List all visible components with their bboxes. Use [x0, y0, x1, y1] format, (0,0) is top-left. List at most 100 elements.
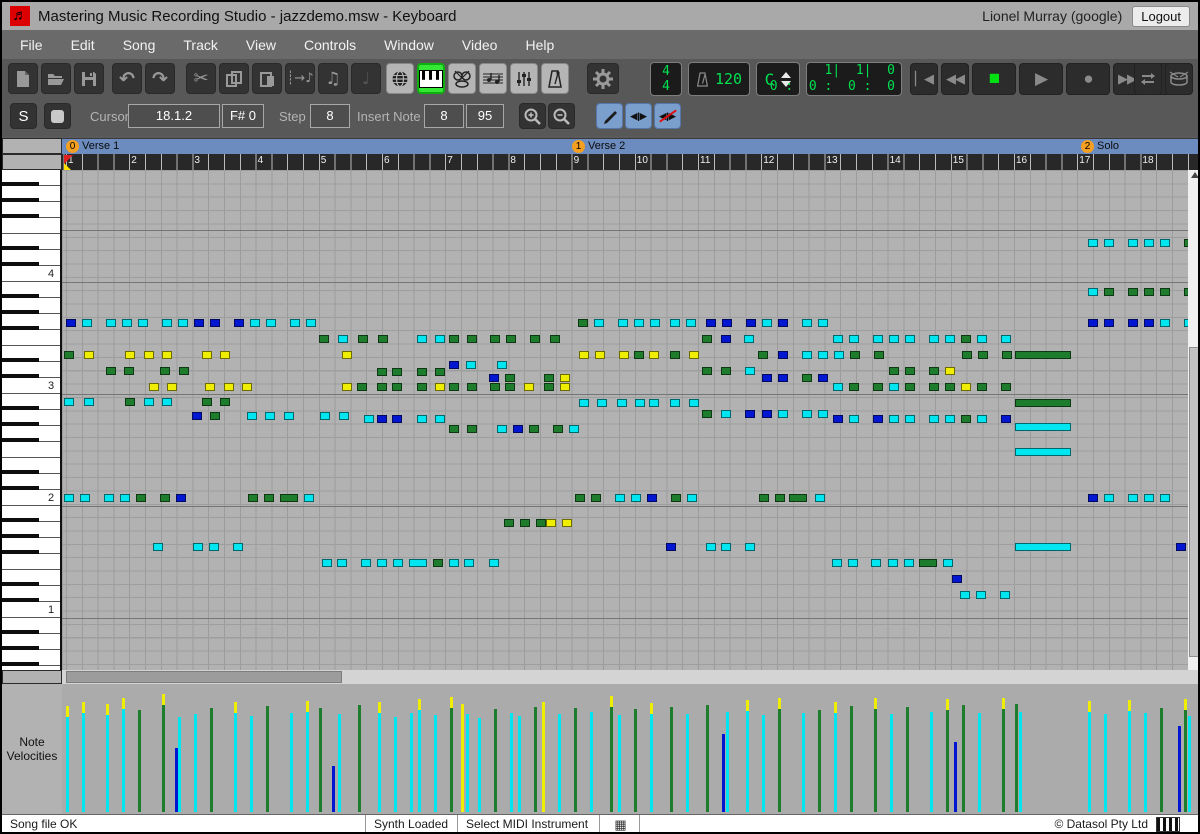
velocity-bar[interactable]	[1184, 709, 1187, 812]
midi-note[interactable]	[889, 383, 899, 391]
velocity-bar[interactable]	[338, 714, 341, 812]
midi-note[interactable]	[666, 543, 676, 551]
velocity-bar[interactable]	[1088, 711, 1091, 812]
midi-note[interactable]	[392, 368, 402, 376]
velocity-bar[interactable]	[686, 714, 689, 812]
midi-note[interactable]	[889, 335, 899, 343]
midi-note[interactable]	[392, 415, 402, 423]
midi-note[interactable]	[467, 335, 477, 343]
midi-note[interactable]	[435, 415, 445, 423]
velocity-bar[interactable]	[618, 715, 621, 812]
midi-note[interactable]	[124, 367, 134, 375]
midi-note[interactable]	[1160, 239, 1170, 247]
menu-item-view[interactable]: View	[232, 32, 290, 58]
midi-note[interactable]	[224, 383, 234, 391]
insert-velocity-field[interactable]: 95	[466, 104, 504, 128]
midi-note[interactable]	[778, 374, 788, 382]
midi-note[interactable]	[832, 559, 842, 567]
velocity-bar[interactable]	[466, 714, 469, 812]
midi-note[interactable]	[544, 374, 554, 382]
midi-note[interactable]	[1015, 399, 1071, 407]
midi-note[interactable]	[364, 415, 374, 423]
midi-note[interactable]	[579, 399, 589, 407]
velocity-bar[interactable]	[162, 704, 165, 812]
midi-note[interactable]	[818, 410, 828, 418]
midi-note[interactable]	[702, 410, 712, 418]
velocity-bar[interactable]	[722, 734, 725, 812]
midi-note[interactable]	[149, 383, 159, 391]
midi-note[interactable]	[497, 361, 507, 369]
midi-note[interactable]	[179, 367, 189, 375]
velocity-bar[interactable]	[762, 715, 765, 812]
midi-note[interactable]	[591, 494, 601, 502]
velocity-bar[interactable]	[802, 713, 805, 812]
midi-note[interactable]	[578, 319, 588, 327]
velocity-bar[interactable]	[906, 707, 909, 812]
midi-note[interactable]	[247, 412, 257, 420]
midi-note[interactable]	[597, 399, 607, 407]
midi-note[interactable]	[775, 494, 785, 502]
midi-note[interactable]	[417, 415, 427, 423]
midi-note[interactable]	[1144, 288, 1154, 296]
zoom-out-button[interactable]	[548, 103, 575, 129]
midi-note[interactable]	[1160, 494, 1170, 502]
velocity-bar[interactable]	[534, 707, 537, 812]
midi-note[interactable]	[702, 335, 712, 343]
midi-note[interactable]	[745, 543, 755, 551]
menu-item-help[interactable]: Help	[511, 32, 568, 58]
midi-note[interactable]	[569, 425, 579, 433]
skip-to-start-button[interactable]: ▏◀	[910, 63, 938, 95]
midi-note[interactable]	[505, 383, 515, 391]
midi-note[interactable]	[905, 335, 915, 343]
midi-note[interactable]	[617, 399, 627, 407]
logout-button[interactable]: Logout	[1132, 6, 1190, 27]
midi-note[interactable]	[342, 383, 352, 391]
velocities-area[interactable]	[62, 684, 1200, 814]
piano-key-white[interactable]	[2, 330, 62, 346]
menu-item-song[interactable]: Song	[109, 32, 170, 58]
midi-note[interactable]	[745, 410, 755, 418]
midi-note[interactable]	[560, 374, 570, 382]
midi-note[interactable]	[162, 398, 172, 406]
midi-note[interactable]	[220, 398, 230, 406]
midi-note[interactable]	[874, 351, 884, 359]
midi-note[interactable]	[1001, 383, 1011, 391]
midi-note[interactable]	[66, 319, 76, 327]
velocity-bar[interactable]	[1144, 713, 1147, 812]
velocity-bar[interactable]	[1188, 716, 1191, 812]
note-grid[interactable]	[62, 170, 1188, 670]
midi-note[interactable]	[1015, 448, 1071, 456]
velocity-bar[interactable]	[1019, 712, 1022, 812]
horizontal-scrollbar[interactable]	[62, 670, 1200, 684]
midi-note[interactable]	[1088, 239, 1098, 247]
velocity-bar[interactable]	[210, 708, 213, 812]
midi-note[interactable]	[594, 319, 604, 327]
midi-note[interactable]	[889, 415, 899, 423]
midi-note[interactable]	[889, 367, 899, 375]
midi-note[interactable]	[978, 351, 988, 359]
midi-note[interactable]	[138, 319, 148, 327]
velocity-bar[interactable]	[106, 714, 109, 812]
midi-note[interactable]	[489, 374, 499, 382]
midi-note[interactable]	[759, 494, 769, 502]
velocity-bar[interactable]	[478, 718, 481, 812]
midi-note[interactable]	[721, 410, 731, 418]
midi-note[interactable]	[706, 543, 716, 551]
vertical-scroll-thumb[interactable]	[1189, 347, 1200, 657]
velocity-bar[interactable]	[834, 712, 837, 812]
shift-note-button[interactable]: ┊→♪	[285, 63, 315, 94]
midi-note[interactable]	[162, 319, 172, 327]
midi-note[interactable]	[290, 319, 300, 327]
drums-view-button[interactable]	[448, 63, 476, 94]
midi-note[interactable]	[721, 543, 731, 551]
midi-note[interactable]	[544, 383, 554, 391]
stop-button[interactable]: ■	[972, 63, 1016, 95]
midi-note[interactable]	[435, 368, 445, 376]
midi-note[interactable]	[377, 383, 387, 391]
song-marker[interactable]: 1	[572, 140, 585, 153]
score-view-button[interactable]	[479, 63, 507, 94]
midi-note[interactable]	[553, 425, 563, 433]
velocity-bar[interactable]	[138, 710, 141, 812]
midi-note[interactable]	[205, 383, 215, 391]
velocity-bar[interactable]	[66, 716, 69, 812]
